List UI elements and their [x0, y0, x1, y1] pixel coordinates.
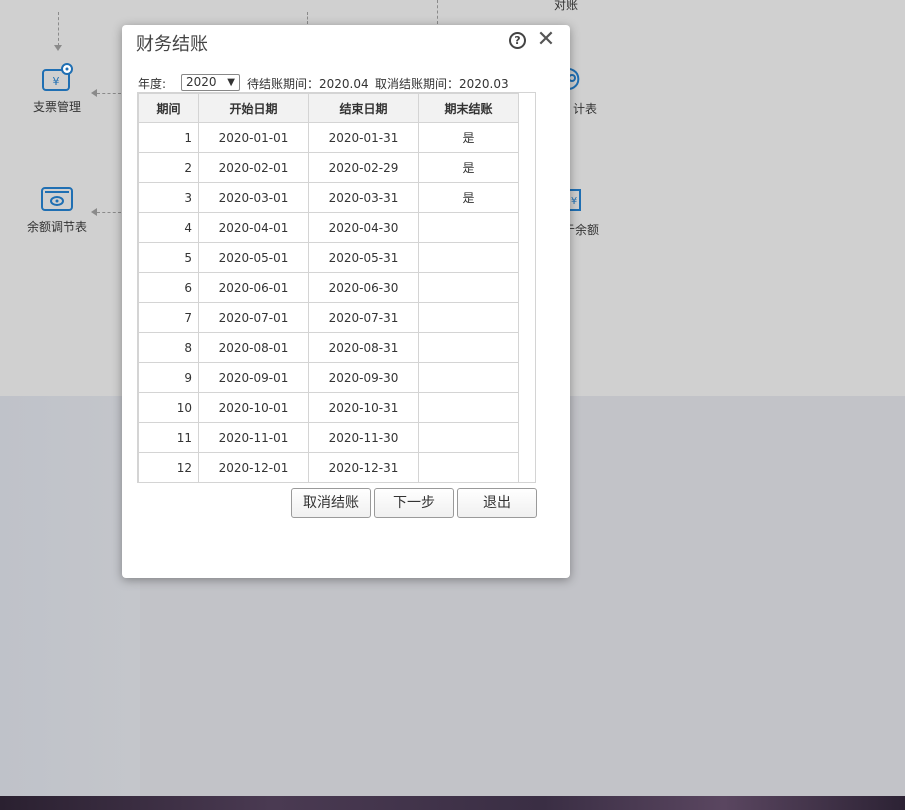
- cell-start-date: 2020-07-01: [198, 302, 309, 333]
- dialog-title: 财务结账: [136, 34, 208, 55]
- cell-period: 3: [138, 182, 199, 213]
- cell-start-date: 2020-12-01: [198, 452, 309, 483]
- cell-closed: 是: [418, 122, 519, 153]
- cell-closed: [418, 362, 519, 393]
- cell-start-date: 2020-01-01: [198, 122, 309, 153]
- table-row[interactable]: 4 2020-04-01 2020-04-30: [138, 212, 519, 243]
- cell-period: 5: [138, 242, 199, 273]
- cell-start-date: 2020-05-01: [198, 242, 309, 273]
- cell-closed: [418, 422, 519, 453]
- cell-closed: [418, 452, 519, 483]
- table-row[interactable]: 11 2020-11-01 2020-11-30: [138, 422, 519, 453]
- cell-start-date: 2020-08-01: [198, 332, 309, 363]
- flow-arrow: [91, 89, 97, 97]
- cell-closed: [418, 212, 519, 243]
- cell-end-date: 2020-04-30: [308, 212, 419, 243]
- close-icon[interactable]: ✕: [536, 29, 556, 51]
- next-step-button[interactable]: 下一步: [374, 488, 454, 518]
- cell-end-date: 2020-07-31: [308, 302, 419, 333]
- module-label: 余额调节表: [26, 220, 87, 234]
- cell-closed: 是: [418, 152, 519, 183]
- cell-start-date: 2020-09-01: [198, 362, 309, 393]
- cell-start-date: 2020-03-01: [198, 182, 309, 213]
- year-select[interactable]: 2020 ▼: [181, 74, 240, 91]
- financial-closing-dialog: 财务结账 ? ✕ 年度: 2020 ▼ 待结账期间：2020.04 取消结账期间…: [122, 25, 570, 578]
- period-table: 期间 开始日期 结束日期 期末结账 1 2020-01-01 2020-01-3…: [138, 93, 519, 483]
- cancel-period-text: 取消结账期间：2020.03: [375, 77, 509, 91]
- table-row[interactable]: 8 2020-08-01 2020-08-31: [138, 332, 519, 363]
- column-header-closed: 期末结账: [418, 93, 519, 123]
- cell-period: 7: [138, 302, 199, 333]
- period-table-container[interactable]: 期间 开始日期 结束日期 期末结账 1 2020-01-01 2020-01-3…: [137, 92, 536, 483]
- module-balance-adjustment[interactable]: 余额调节表: [22, 182, 92, 235]
- reconcile-label: 对账: [554, 0, 579, 12]
- cell-period: 6: [138, 272, 199, 303]
- cell-end-date: 2020-03-31: [308, 182, 419, 213]
- flow-connector: [307, 12, 308, 24]
- cancel-closing-button[interactable]: 取消结账: [291, 488, 371, 518]
- cell-end-date: 2020-05-31: [308, 242, 419, 273]
- cell-start-date: 2020-02-01: [198, 152, 309, 183]
- cell-period: 2: [138, 152, 199, 183]
- cell-period: 8: [138, 332, 199, 363]
- flow-connector: [58, 12, 59, 46]
- cell-end-date: 2020-12-31: [308, 452, 419, 483]
- cell-end-date: 2020-11-30: [308, 422, 419, 453]
- table-row[interactable]: 2 2020-02-01 2020-02-29 是: [138, 152, 519, 183]
- os-taskbar: [0, 796, 905, 810]
- cell-end-date: 2020-06-30: [308, 272, 419, 303]
- column-header-start-date: 开始日期: [198, 93, 309, 123]
- table-row[interactable]: 5 2020-05-01 2020-05-31: [138, 242, 519, 273]
- balance-adjust-icon: [41, 187, 73, 211]
- module-label: 支票管理: [32, 100, 81, 114]
- cell-end-date: 2020-02-29: [308, 152, 419, 183]
- dropdown-caret-icon: ▼: [227, 77, 235, 88]
- cell-period: 9: [138, 362, 199, 393]
- column-header-end-date: 结束日期: [308, 93, 419, 123]
- cell-closed: [418, 332, 519, 363]
- flow-connector: [437, 0, 438, 24]
- cell-closed: [418, 272, 519, 303]
- year-select-value: 2020: [186, 75, 217, 89]
- cell-end-date: 2020-09-30: [308, 362, 419, 393]
- cell-end-date: 2020-08-31: [308, 332, 419, 363]
- cell-start-date: 2020-11-01: [198, 422, 309, 453]
- module-cheque-management[interactable]: ¥ 支票管理: [26, 62, 88, 115]
- cell-closed: [418, 242, 519, 273]
- cell-end-date: 2020-10-31: [308, 392, 419, 423]
- table-row[interactable]: 12 2020-12-01 2020-12-31: [138, 452, 519, 483]
- cell-start-date: 2020-10-01: [198, 392, 309, 423]
- svg-text:¥: ¥: [53, 75, 60, 88]
- flow-arrow: [54, 45, 62, 51]
- table-header-row: 期间 开始日期 结束日期 期末结账: [138, 93, 519, 123]
- cell-start-date: 2020-06-01: [198, 272, 309, 303]
- cell-period: 4: [138, 212, 199, 243]
- cell-period: 10: [138, 392, 199, 423]
- svg-text:¥: ¥: [571, 196, 577, 207]
- cell-end-date: 2020-01-31: [308, 122, 419, 153]
- pending-period-text: 待结账期间：2020.04: [247, 77, 369, 91]
- table-row[interactable]: 6 2020-06-01 2020-06-30: [138, 272, 519, 303]
- cheque-icon: ¥: [42, 63, 73, 91]
- flow-connector: [97, 93, 121, 94]
- cell-period: 11: [138, 422, 199, 453]
- table-row[interactable]: 9 2020-09-01 2020-09-30: [138, 362, 519, 393]
- module-label: 计表: [573, 102, 598, 116]
- column-header-period: 期间: [138, 93, 199, 123]
- cell-closed: [418, 302, 519, 333]
- help-icon[interactable]: ?: [509, 32, 526, 49]
- cell-period: 1: [138, 122, 199, 153]
- cell-period: 12: [138, 452, 199, 483]
- exit-button[interactable]: 退出: [457, 488, 537, 518]
- table-row[interactable]: 10 2020-10-01 2020-10-31: [138, 392, 519, 423]
- cell-start-date: 2020-04-01: [198, 212, 309, 243]
- cell-closed: [418, 392, 519, 423]
- table-row[interactable]: 3 2020-03-01 2020-03-31 是: [138, 182, 519, 213]
- year-label: 年度:: [138, 77, 167, 91]
- cell-closed: 是: [418, 182, 519, 213]
- flow-connector: [97, 212, 121, 213]
- table-row[interactable]: 1 2020-01-01 2020-01-31 是: [138, 122, 519, 153]
- table-row[interactable]: 7 2020-07-01 2020-07-31: [138, 302, 519, 333]
